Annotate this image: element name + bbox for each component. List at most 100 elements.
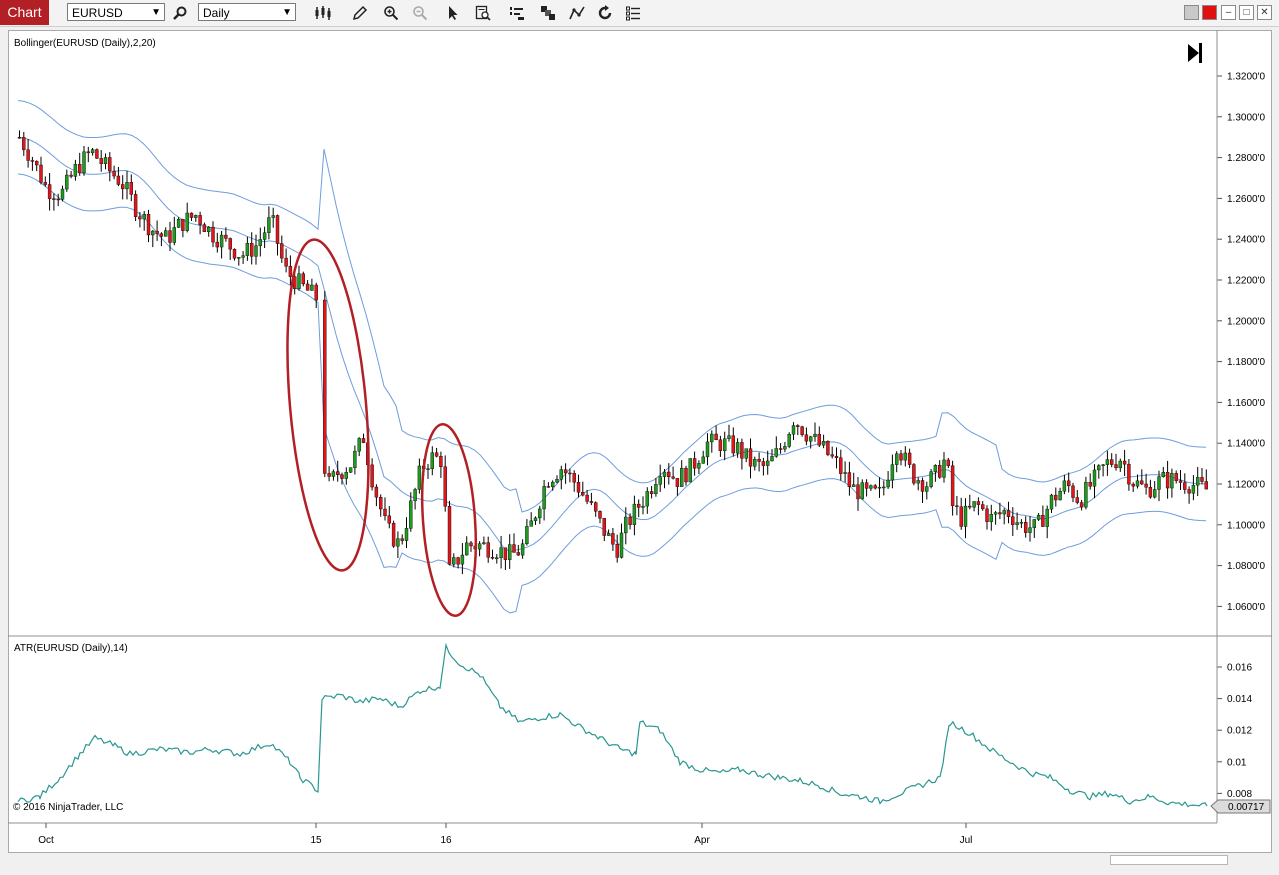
candle-body (327, 473, 331, 477)
candle-body (710, 433, 714, 443)
candle-body (323, 299, 327, 474)
candle-body (602, 518, 606, 536)
candle-body (864, 482, 869, 489)
candle-body (981, 504, 985, 510)
candle-body (112, 170, 116, 177)
candle-body (916, 480, 920, 484)
candle-body (35, 161, 39, 166)
candle-body (237, 257, 241, 259)
candle-body (267, 217, 271, 233)
candle-body (469, 542, 473, 547)
candle-body (258, 239, 262, 246)
candlestick-series (17, 130, 1209, 575)
candle-body (895, 453, 899, 465)
candle-body (946, 459, 950, 466)
candle-body (525, 526, 529, 545)
candle-body (933, 465, 938, 472)
candle-body (985, 508, 989, 522)
candle-body (1187, 489, 1191, 494)
horizontal-scrollbar[interactable] (8, 853, 1272, 867)
candle-body (925, 486, 929, 492)
candle-body (555, 479, 559, 483)
bollinger-lower-band (17, 173, 1207, 614)
candle-body (400, 538, 404, 541)
candle-body (1041, 514, 1045, 527)
candle-body (516, 552, 520, 556)
candle-body (1032, 519, 1037, 528)
candle-body (1204, 481, 1209, 490)
candle-body (125, 182, 129, 190)
candle-body (43, 182, 47, 185)
candle-body (826, 441, 830, 455)
candle-body (434, 452, 439, 457)
scroll-to-end-icon[interactable] (1188, 43, 1202, 63)
atr-current-value: 0.00717 (1228, 802, 1265, 813)
candle-body (181, 219, 185, 231)
candle-body (120, 184, 125, 190)
candle-body (632, 503, 637, 525)
candle-body (993, 512, 998, 515)
candle-body (684, 467, 688, 483)
candle-body (1036, 514, 1041, 520)
candle-body (1088, 482, 1092, 487)
candle-body (465, 542, 469, 556)
candle-body (1015, 522, 1019, 525)
time-tick-label: Apr (694, 835, 710, 846)
candle-body (202, 224, 207, 233)
candle-body (594, 502, 598, 512)
candle-body (379, 496, 383, 510)
price-tick-label: 1.1600'0 (1227, 398, 1265, 409)
candle-body (439, 456, 443, 467)
candle-body (198, 215, 202, 225)
bollinger-middle-band (17, 136, 1207, 553)
price-tick-label: 1.2200'0 (1227, 276, 1265, 287)
candle-body (1092, 469, 1097, 487)
candle-body (787, 434, 791, 447)
candle-body (172, 227, 177, 243)
atr-value-marker: 0.00717 (1210, 799, 1271, 814)
candle-body (852, 484, 856, 487)
candle-body (1152, 489, 1157, 498)
candle-body (1011, 516, 1015, 525)
candle-body (39, 164, 43, 183)
candle-body (1045, 508, 1049, 527)
candle-body (452, 557, 456, 565)
price-tick-label: 1.1200'0 (1227, 480, 1265, 491)
candle-body (30, 160, 35, 162)
candle-body (301, 273, 305, 285)
candle-body (856, 484, 860, 500)
scrollbar-thumb[interactable] (1110, 855, 1228, 865)
candle-body (1157, 476, 1161, 490)
chart-canvas[interactable]: 1.3200'0 1.3000'0 1.2800'0 1.2600'0 1.2400'0… (0, 0, 1279, 875)
candle-body (116, 175, 121, 185)
candle-body (447, 506, 452, 565)
candle-body (680, 467, 684, 487)
candle-body (748, 448, 753, 467)
price-tick-label: 1.0600'0 (1227, 602, 1265, 613)
price-tick-label: 1.2600'0 (1227, 194, 1265, 205)
candle-body (1066, 480, 1071, 487)
candle-body (1097, 465, 1101, 471)
candle-body (783, 446, 787, 450)
candle-body (348, 467, 353, 473)
candle-body (370, 464, 374, 488)
candle-body (843, 472, 847, 474)
candle-body (770, 456, 774, 462)
candle-body (813, 433, 817, 437)
candle-body (1105, 459, 1110, 465)
candle-body (1058, 491, 1062, 501)
candle-body (65, 174, 69, 190)
candle-body (249, 243, 254, 257)
candle-body (495, 557, 499, 560)
candle-body (206, 226, 211, 233)
candle-body (718, 439, 723, 451)
candle-body (929, 471, 933, 487)
candle-body (404, 528, 409, 541)
candle-body (1002, 510, 1006, 515)
candle-body (778, 448, 783, 450)
candle-body (976, 501, 981, 505)
candle-body (1079, 502, 1084, 508)
candle-body (839, 457, 843, 474)
candle-body (529, 520, 533, 527)
candle-body (882, 486, 886, 489)
